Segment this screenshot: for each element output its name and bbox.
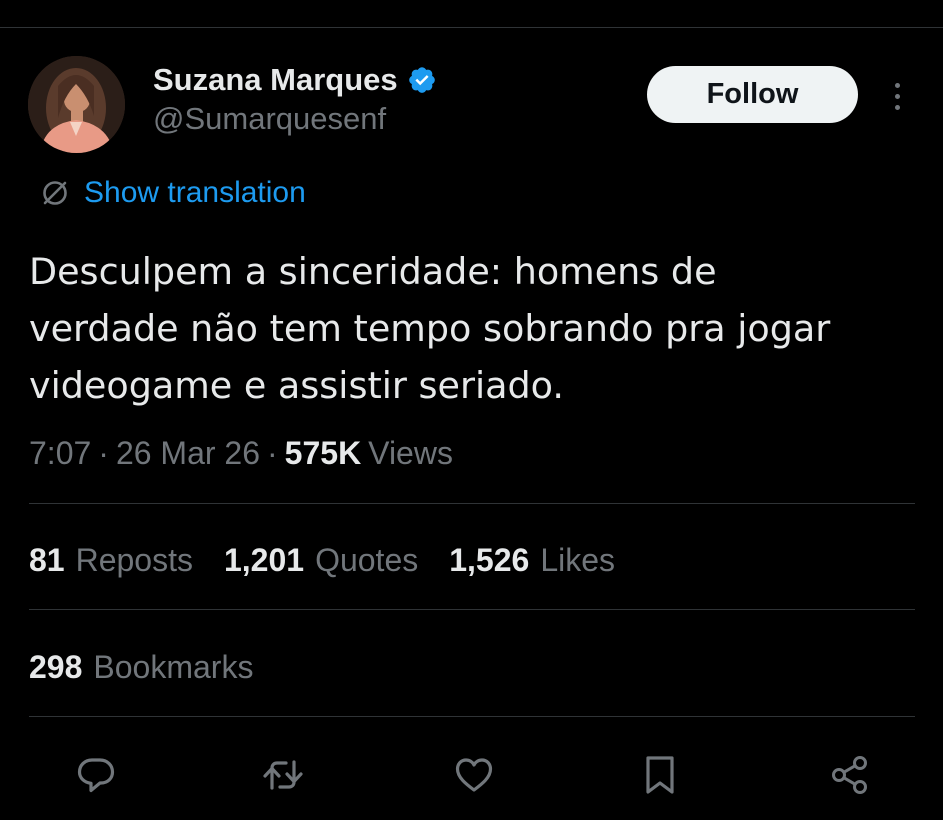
meta-separator: · — [98, 434, 109, 471]
tweet-time[interactable]: 7:07 — [29, 435, 91, 472]
likes-count: 1,526 — [449, 541, 530, 578]
engagement-stats: 81 Reposts 1,201 Quotes 1,526 Likes — [29, 539, 646, 581]
tweet-date[interactable]: 26 Mar 26 — [116, 435, 260, 472]
quotes-stat[interactable]: 1,201 Quotes — [224, 542, 418, 579]
action-bar — [0, 745, 943, 805]
views-count[interactable]: 575K — [285, 435, 362, 472]
reposts-stat[interactable]: 81 Reposts — [29, 542, 193, 579]
verified-badge-icon[interactable] — [407, 65, 437, 95]
more-options-button[interactable] — [884, 76, 910, 116]
bookmark-button[interactable] — [630, 745, 690, 805]
reposts-count: 81 — [29, 541, 65, 578]
bookmarks-stat[interactable]: 298 Bookmarks — [29, 649, 253, 686]
tweet-text-line: verdade não tem tempo sobrando pra jogar — [29, 307, 831, 350]
tweet-text-line: Desculpem a sinceridade: homens de — [29, 250, 717, 293]
avatar-photo — [28, 56, 125, 153]
author-handle[interactable]: @Sumarquesenf — [153, 101, 386, 137]
repost-icon — [263, 760, 303, 790]
likes-stat[interactable]: 1,526 Likes — [449, 542, 615, 579]
top-divider — [0, 27, 943, 28]
show-translation-label: Show translation — [84, 176, 306, 209]
likes-label: Likes — [540, 541, 616, 578]
repost-button[interactable] — [253, 745, 313, 805]
more-dot — [894, 82, 900, 88]
divider — [29, 609, 915, 610]
share-button[interactable] — [820, 745, 880, 805]
avatar[interactable] — [28, 56, 125, 153]
reply-icon — [77, 758, 115, 793]
quotes-count: 1,201 — [223, 541, 305, 578]
bookmark-icon — [646, 756, 674, 794]
tweet-meta: 7:07 · 26 Mar 26 · 575K Views — [29, 433, 453, 473]
bookmarks-stat-row: 298 Bookmarks — [29, 646, 284, 688]
like-button[interactable] — [444, 745, 504, 805]
more-dot — [894, 93, 900, 99]
like-icon — [455, 758, 493, 792]
divider — [29, 716, 915, 717]
meta-separator: · — [267, 434, 278, 471]
reposts-label: Reposts — [75, 541, 193, 578]
follow-button[interactable]: Follow — [647, 66, 858, 123]
more-dot — [894, 104, 900, 110]
author-name-row: Suzana Marques — [153, 60, 437, 100]
views-label[interactable]: Views — [368, 435, 453, 472]
reply-button[interactable] — [66, 745, 126, 805]
show-translation-link[interactable]: Show translation — [40, 173, 306, 213]
author-display-name[interactable]: Suzana Marques — [153, 62, 398, 98]
tweet-text-line: videogame e assistir seriado. — [29, 364, 564, 407]
quotes-label: Quotes — [315, 541, 419, 578]
divider — [29, 503, 915, 504]
bookmarks-label: Bookmarks — [93, 648, 254, 685]
bookmarks-count: 298 — [29, 648, 83, 685]
translate-icon — [43, 181, 67, 205]
share-icon — [832, 756, 867, 794]
tweet-text: Desculpem a sinceridade: homens de verda… — [29, 243, 919, 414]
